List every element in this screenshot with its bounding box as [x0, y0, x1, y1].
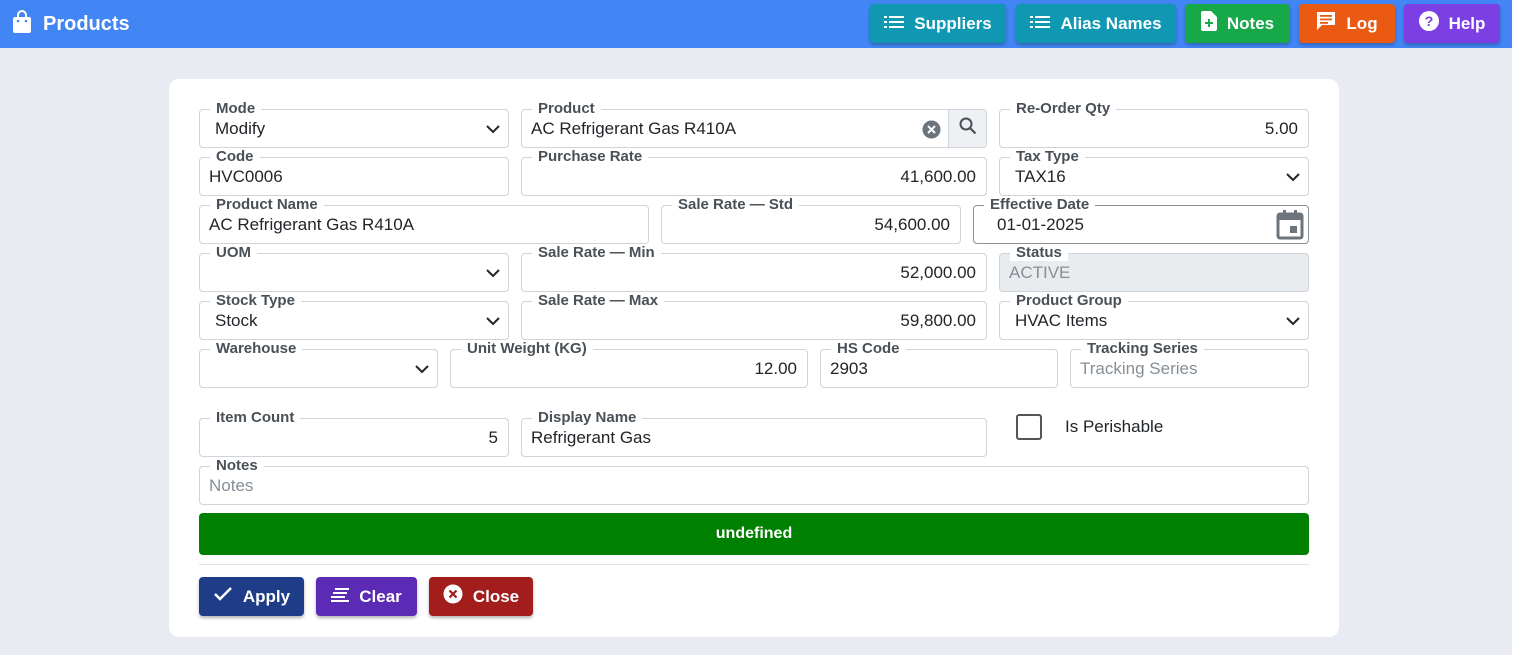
notes-button[interactable]: Notes: [1185, 4, 1290, 43]
suppliers-button-label: Suppliers: [914, 13, 992, 33]
comment-icon: [1316, 11, 1336, 36]
suppliers-button[interactable]: Suppliers: [870, 4, 1006, 43]
notes-button-label: Notes: [1226, 13, 1275, 33]
effective-date-input[interactable]: Effective Date 01-01-2025: [973, 197, 1309, 247]
alias-names-button[interactable]: Alias Names: [1016, 4, 1176, 43]
stock-type-select[interactable]: Stock Type Stock: [199, 293, 509, 340]
purchase-rate-value: 41,600.00: [900, 167, 976, 186]
search-button[interactable]: [948, 110, 986, 147]
help-icon: ?: [1418, 11, 1439, 36]
note-add-icon: [1200, 11, 1217, 36]
divider: [199, 564, 1309, 565]
apply-button-label: Apply: [242, 586, 291, 606]
log-button-label: Log: [1346, 13, 1378, 33]
apply-button[interactable]: Apply: [199, 577, 304, 616]
item-count-value: 5: [488, 428, 498, 447]
mode-value: Modify: [215, 119, 266, 138]
sale-rate-max-input[interactable]: Sale Rate — Max 59,800.00: [521, 293, 987, 340]
chevron-down-icon: [484, 120, 502, 143]
product-value: AC Refrigerant Gas R410A: [531, 119, 737, 138]
chevron-down-icon: [484, 264, 502, 287]
is-perishable-label: Is Perishable: [1065, 417, 1164, 436]
product-name-input[interactable]: Product Name AC Refrigerant Gas R410A: [199, 197, 649, 244]
tracking-series-input[interactable]: Tracking Series Tracking Series: [1070, 341, 1309, 388]
is-perishable-checkbox[interactable]: [1016, 414, 1042, 440]
page-title-group: Products: [12, 9, 130, 39]
clear-lines-icon: [331, 587, 350, 607]
code-input[interactable]: Code HVC0006: [199, 149, 509, 196]
sale-rate-std-input[interactable]: Sale Rate — Std 54,600.00: [661, 197, 961, 244]
chevron-down-icon: [1284, 312, 1302, 335]
close-button-label: Close: [472, 586, 520, 606]
sale-rate-std-value: 54,600.00: [874, 215, 950, 234]
product-name-value: AC Refrigerant Gas R410A: [209, 215, 415, 234]
effective-date-value: 01-01-2025: [997, 215, 1084, 234]
help-button-label: Help: [1448, 13, 1486, 33]
purchase-rate-input[interactable]: Purchase Rate 41,600.00: [521, 149, 987, 196]
hs-code-input[interactable]: HS Code 2903: [820, 341, 1058, 388]
unit-weight-input[interactable]: Unit Weight (KG) 12.00: [450, 341, 808, 388]
unit-weight-value: 12.00: [754, 359, 797, 378]
hs-code-value: 2903: [830, 359, 868, 378]
help-button[interactable]: ? Help: [1404, 4, 1500, 43]
uom-value: [215, 254, 468, 291]
sale-rate-min-input[interactable]: Sale Rate — Min 52,000.00: [521, 245, 987, 292]
chevron-down-icon: [413, 360, 431, 383]
product-search-field[interactable]: Product AC Refrigerant Gas R410A: [521, 101, 987, 148]
tracking-series-placeholder: Tracking Series: [1080, 359, 1198, 378]
search-icon: [959, 117, 977, 140]
chevron-down-icon: [1284, 168, 1302, 191]
calendar-icon[interactable]: [1274, 208, 1306, 247]
tax-type-value: TAX16: [1015, 167, 1066, 186]
list-icon: [884, 14, 905, 34]
sale-rate-min-value: 52,000.00: [900, 263, 976, 282]
check-icon: [213, 586, 233, 607]
page-title: Products: [43, 12, 130, 35]
shopping-bag-icon: [12, 9, 32, 39]
close-button[interactable]: Close: [429, 577, 533, 616]
product-group-value: HVAC Items: [1015, 311, 1108, 330]
clear-button-label: Clear: [359, 586, 402, 606]
uom-select[interactable]: UOM: [199, 245, 509, 292]
status-field: Status ACTIVE: [999, 245, 1309, 292]
alias-names-button-label: Alias Names: [1060, 13, 1162, 33]
item-count-input[interactable]: Item Count 5: [199, 410, 509, 457]
notes-input[interactable]: Notes Notes: [199, 458, 1309, 505]
stock-type-value: Stock: [215, 311, 258, 330]
notes-placeholder: Notes: [209, 476, 254, 495]
product-group-select[interactable]: Product Group HVAC Items: [999, 293, 1309, 340]
sale-rate-max-value: 59,800.00: [900, 311, 976, 330]
status-message-bar: undefined: [199, 513, 1309, 555]
close-circle-icon: [443, 584, 463, 609]
reorder-qty-value: 5.00: [1264, 119, 1298, 138]
clear-circle-icon[interactable]: [922, 120, 941, 144]
warehouse-value: [215, 350, 397, 387]
display-name-input[interactable]: Display Name Refrigerant Gas: [521, 410, 987, 457]
header-bar: Products Suppliers Alias Names Notes Log…: [0, 0, 1512, 48]
display-name-value: Refrigerant Gas: [531, 428, 651, 447]
chevron-down-icon: [484, 312, 502, 335]
status-value: ACTIVE: [1009, 263, 1071, 282]
warehouse-select[interactable]: Warehouse: [199, 341, 438, 388]
reorder-qty-input[interactable]: Re-Order Qty 5.00: [999, 101, 1309, 148]
mode-select[interactable]: Mode Modify: [199, 101, 509, 148]
list-icon: [1030, 14, 1051, 34]
clear-button[interactable]: Clear: [316, 577, 417, 616]
status-message-text: undefined: [715, 525, 793, 542]
log-button[interactable]: Log: [1299, 4, 1395, 43]
page-right-edge: [1512, 0, 1524, 655]
code-value: HVC0006: [209, 167, 283, 186]
tax-type-select[interactable]: Tax Type TAX16: [999, 149, 1309, 196]
svg-text:?: ?: [1424, 13, 1433, 29]
